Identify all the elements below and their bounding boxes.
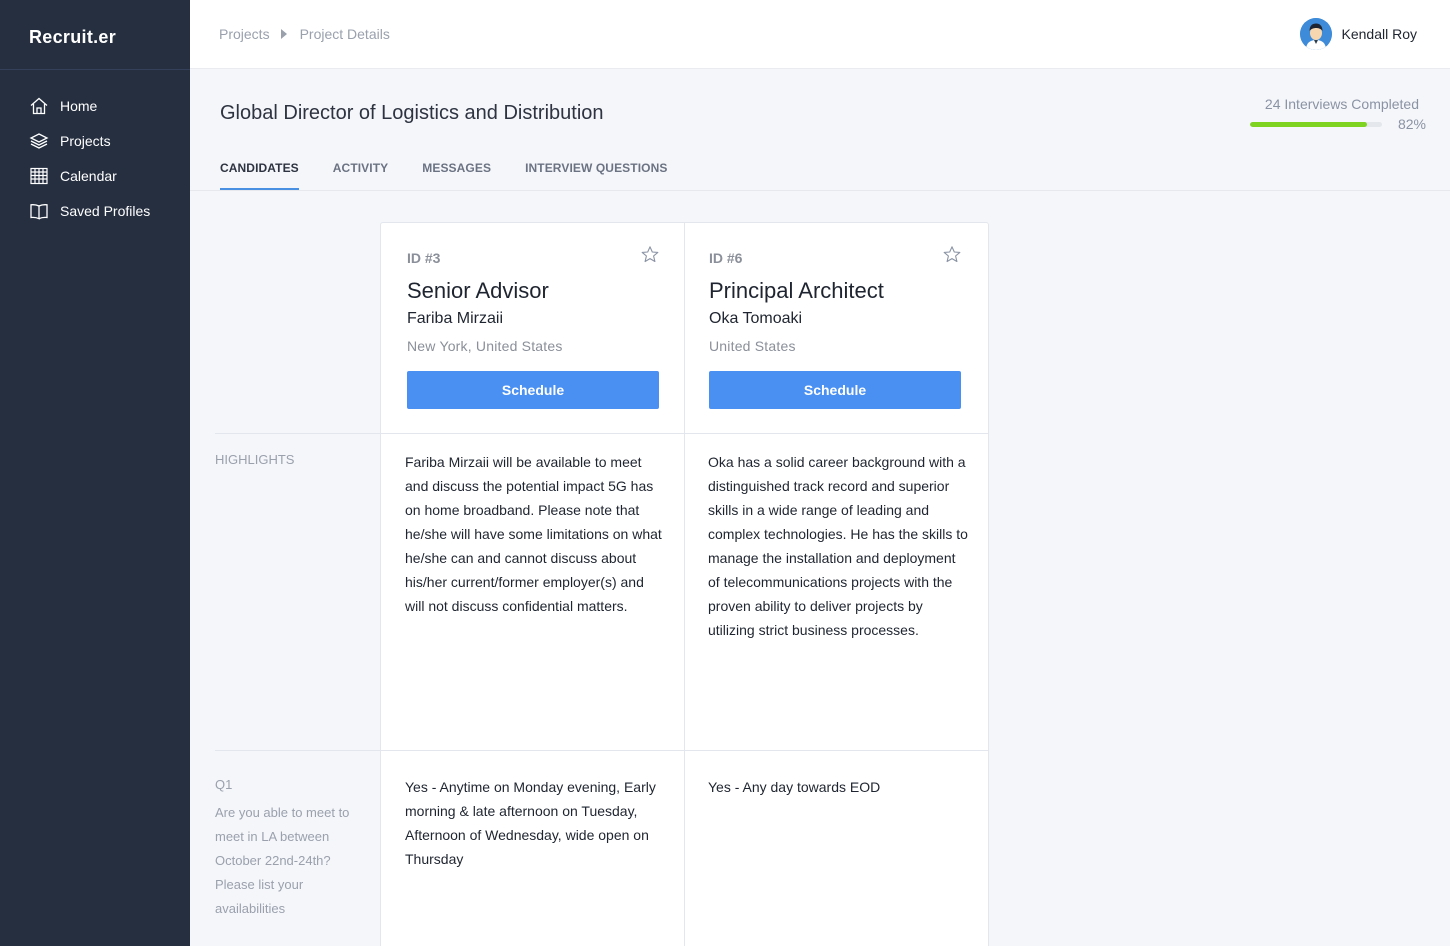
page-title: Global Director of Logistics and Distrib…	[220, 102, 604, 124]
candidate-comparison: ID #3 Senior Advisor Fariba Mirzaii New …	[380, 222, 989, 946]
tab-activity[interactable]: ACTIVITY	[333, 152, 388, 191]
layers-icon	[29, 131, 49, 151]
top-header: Projects Project Details Kendall Roy	[190, 0, 1450, 69]
tab-interview-questions[interactable]: INTERVIEW QUESTIONS	[525, 152, 667, 191]
calendar-icon	[29, 166, 49, 186]
progress-label: 24 Interviews Completed	[1264, 96, 1419, 112]
interviews-progress: 24 Interviews Completed 82%	[1216, 96, 1426, 132]
user-menu[interactable]: Kendall Roy	[1299, 18, 1418, 50]
sidebar-nav: Home Projects Calendar Saved Profiles	[0, 70, 190, 228]
candidate-q1-answer: Yes - Any day towards EOD	[708, 779, 881, 795]
candidate-id: ID #6	[709, 250, 743, 266]
sidebar-item-label: Home	[60, 97, 98, 114]
star-icon[interactable]	[640, 245, 660, 265]
candidate-q1-answer: Yes - Anytime on Monday evening, Early m…	[405, 779, 656, 867]
row-divider	[381, 750, 988, 751]
candidate-card: ID #3 Senior Advisor Fariba Mirzaii New …	[381, 223, 684, 434]
candidate-highlights: Fariba Mirzaii will be available to meet…	[405, 454, 662, 614]
tab-candidates[interactable]: CANDIDATES	[220, 152, 299, 191]
tabs-divider	[190, 190, 1450, 191]
tab-messages[interactable]: MESSAGES	[422, 152, 491, 191]
highlights-label: HIGHLIGHTS	[215, 452, 295, 467]
progress-bar	[1249, 121, 1382, 127]
sidebar-item-calendar[interactable]: Calendar	[0, 158, 190, 193]
candidate-role: Principal Architect	[709, 278, 884, 303]
sidebar-item-saved-profiles[interactable]: Saved Profiles	[0, 193, 190, 228]
candidate-location: United States	[709, 338, 796, 354]
candidate-location: New York, United States	[407, 338, 563, 354]
breadcrumb-project-details: Project Details	[299, 26, 390, 42]
candidate-role: Senior Advisor	[407, 278, 549, 303]
candidate-name: Oka Tomoaki	[709, 310, 803, 327]
sidebar-item-label: Calendar	[60, 167, 117, 184]
sidebar-item-home[interactable]: Home	[0, 88, 190, 123]
star-icon[interactable]	[942, 245, 962, 265]
progress-bar-fill	[1249, 121, 1368, 127]
breadcrumb-projects[interactable]: Projects	[219, 26, 270, 42]
schedule-button[interactable]: Schedule	[709, 371, 961, 409]
candidate-id: ID #3	[407, 250, 441, 266]
candidate-highlights: Oka has a solid career background with a…	[708, 454, 968, 638]
sidebar-item-label: Projects	[60, 132, 111, 149]
q1-label: Q1	[215, 777, 233, 792]
candidate-name: Fariba Mirzaii	[407, 310, 504, 327]
sidebar-item-projects[interactable]: Projects	[0, 123, 190, 158]
progress-percent: 82%	[1397, 116, 1426, 132]
user-name: Kendall Roy	[1341, 26, 1418, 42]
schedule-button[interactable]: Schedule	[407, 371, 659, 409]
sidebar-item-label: Saved Profiles	[60, 202, 151, 219]
home-icon	[29, 96, 49, 116]
row-divider	[215, 750, 381, 751]
avatar[interactable]	[1299, 18, 1332, 50]
tab-bar: CANDIDATES ACTIVITY MESSAGES INTERVIEW Q…	[220, 152, 701, 191]
brand-logo[interactable]: Recruit.er	[0, 0, 190, 70]
candidate-card: ID #6 Principal Architect Oka Tomoaki Un…	[683, 223, 986, 434]
q1-question: Are you able to meet to meet in LA betwe…	[215, 805, 350, 916]
book-icon	[29, 201, 49, 221]
caret-right-icon	[280, 29, 287, 39]
sidebar: Recruit.er Home Projects Calendar Saved …	[0, 0, 190, 946]
row-divider	[215, 433, 381, 434]
breadcrumb: Projects Project Details	[219, 26, 390, 42]
